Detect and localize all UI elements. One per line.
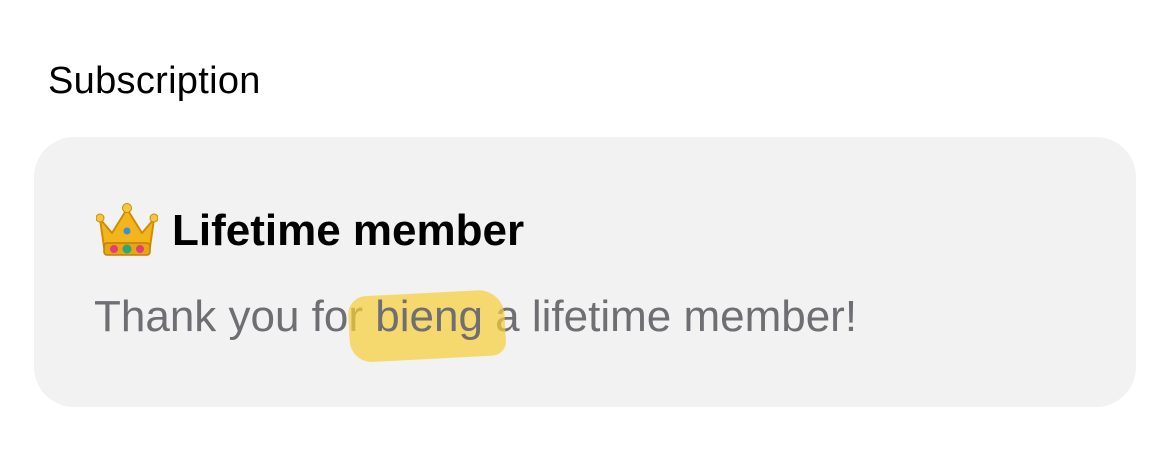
card-message: Thank you for bieng a lifetime member! — [94, 291, 857, 343]
crown-icon — [96, 203, 158, 256]
highlighted-word: bieng — [375, 291, 483, 343]
subscription-page: Subscription Lifetime member Thank you f… — [0, 0, 1170, 458]
highlighted-word-text: bieng — [375, 292, 483, 341]
card-title: Lifetime member — [172, 206, 525, 255]
subscription-card[interactable]: Lifetime member Thank you for bieng a li… — [34, 137, 1136, 407]
section-title: Subscription — [48, 60, 261, 102]
message-after: a lifetime member! — [495, 292, 858, 341]
message-before: Thank you for — [94, 292, 364, 341]
card-header: Lifetime member — [96, 203, 524, 259]
